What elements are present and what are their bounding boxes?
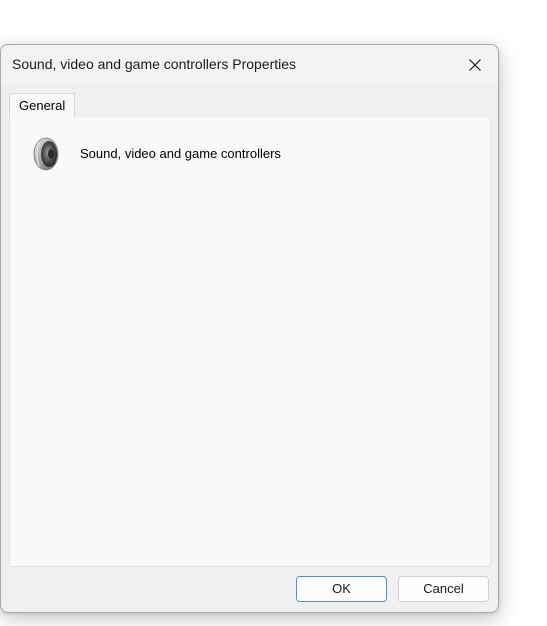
device-name-label: Sound, video and game controllers [80,146,281,161]
cancel-button[interactable]: Cancel [398,576,489,602]
tab-strip: General [1,84,498,118]
speaker-icon [33,137,59,171]
tab-general[interactable]: General [9,93,76,118]
close-icon [469,58,481,71]
close-button[interactable] [452,45,498,84]
dialog-title: Sound, video and game controllers Proper… [12,56,297,72]
properties-dialog: Sound, video and game controllers Proper… [0,44,499,613]
title-bar[interactable]: Sound, video and game controllers Proper… [1,45,498,84]
general-tab-panel: Sound, video and game controllers [9,118,491,567]
ok-button[interactable]: OK [296,576,387,602]
